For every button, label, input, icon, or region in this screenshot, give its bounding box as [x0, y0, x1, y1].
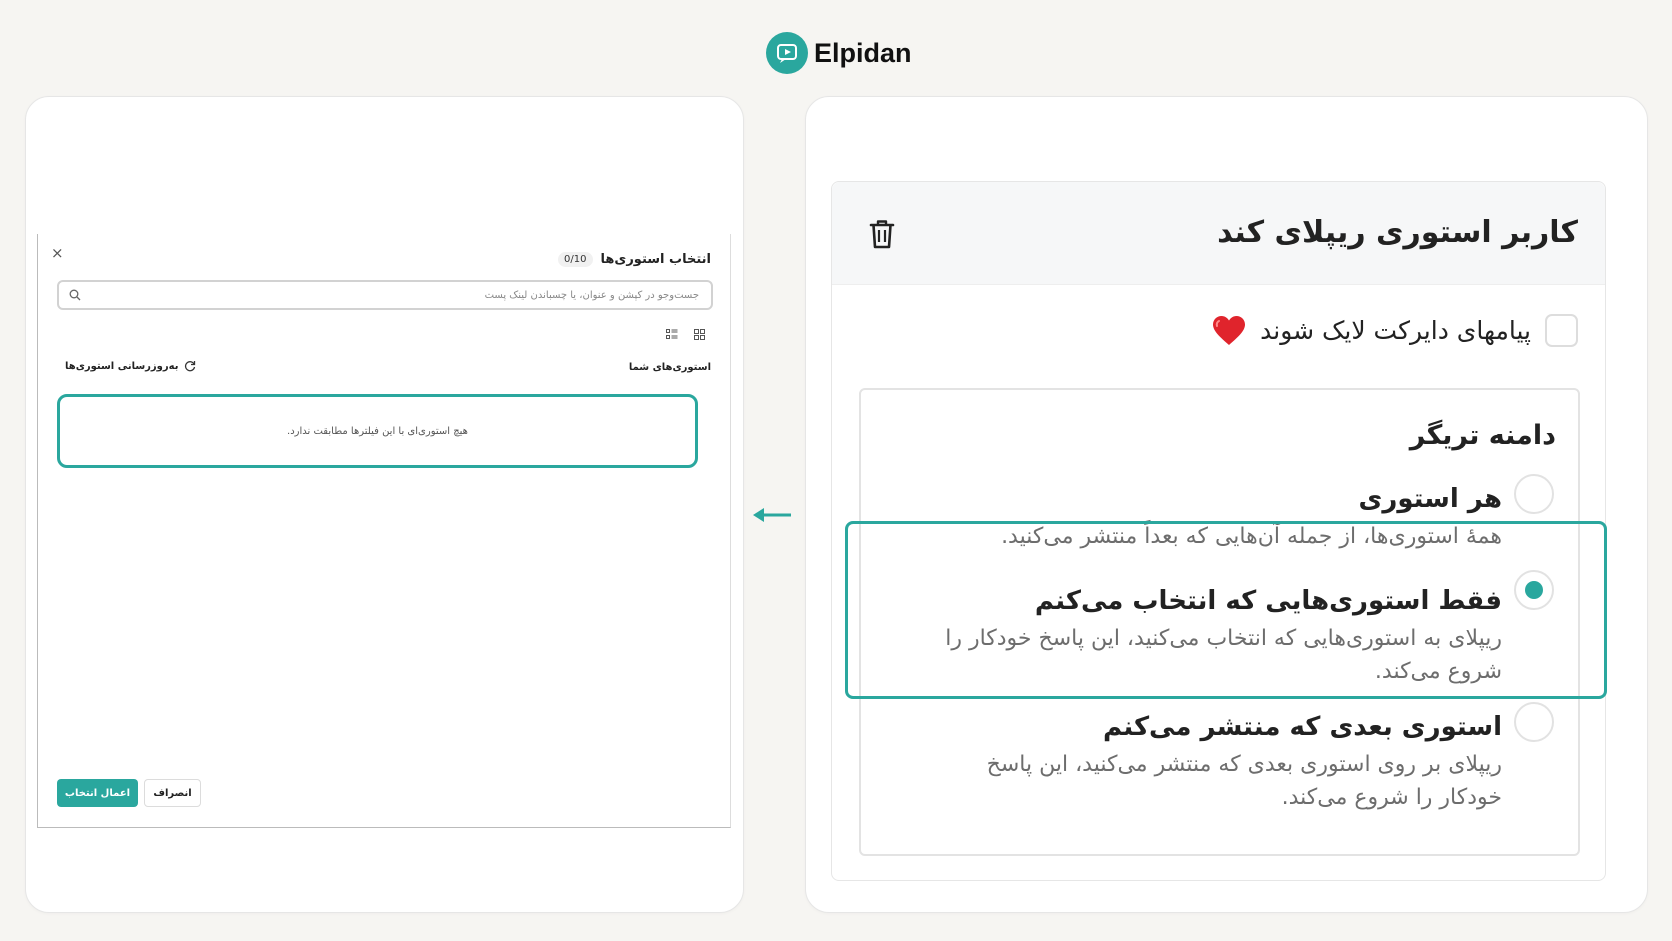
option-any-story-desc: همهٔ استوری‌ها، از جمله آن‌هایی که بعداً… [1001, 520, 1502, 553]
desc-line: ریپلای بر روی استوری بعدی که منتشر می‌کن… [986, 752, 1502, 777]
selection-count-badge: 0/10 [558, 252, 593, 267]
brand-header: Elpidan [766, 32, 912, 74]
radio-next-story[interactable] [1514, 702, 1554, 742]
dialog-header: انتخاب استوری‌ها 0/10 [558, 252, 711, 267]
option-next-story-title: استوری بعدی که منتشر می‌کنم [1102, 712, 1502, 742]
empty-message: هیچ استوری‌ای با این فیلترها مطابقت ندار… [287, 425, 468, 437]
story-reply-trigger-panel: کاربر استوری ریپلای کند پیامهای دایرکت ل… [831, 181, 1606, 881]
desc-line: ریپلای به استوری‌هایی که انتخاب می‌کنید،… [945, 626, 1502, 651]
stories-empty-state: هیچ استوری‌ای با این فیلترها مطابقت ندار… [57, 394, 698, 468]
desc-line: خودکار را شروع می‌کند. [1281, 785, 1502, 810]
dialog-title: انتخاب استوری‌ها [600, 252, 711, 267]
scope-title: دامنه تریگر [1409, 420, 1556, 451]
cancel-button[interactable]: انصراف [144, 779, 201, 807]
desc-line: شروع می‌کند. [1374, 659, 1502, 684]
like-dm-checkbox[interactable] [1545, 314, 1578, 347]
search-box[interactable] [57, 280, 713, 310]
play-bubble-icon [766, 32, 808, 74]
radio-dot [1525, 581, 1543, 599]
radio-selected-stories[interactable] [1514, 570, 1554, 610]
panel-header: کاربر استوری ریپلای کند [832, 182, 1605, 285]
trigger-scope-box: دامنه تریگر هر استوری همهٔ استوری‌ها، از… [859, 388, 1580, 856]
option-selected-stories-title: فقط استوری‌هایی که انتخاب می‌کنم [1034, 586, 1502, 616]
option-any-story-title: هر استوری [1358, 484, 1502, 514]
refresh-icon [185, 361, 196, 372]
like-dm-label: پیامهای دایرکت لایک شوند [1260, 316, 1531, 345]
arrow-left-icon [753, 508, 791, 522]
trigger-title: کاربر استوری ریپلای کند [1217, 215, 1578, 250]
story-picker-dialog: × انتخاب استوری‌ها 0/10 استوری‌های شما [37, 234, 731, 828]
grid-view-icon[interactable] [689, 324, 709, 344]
close-icon[interactable]: × [51, 244, 64, 262]
your-stories-label: استوری‌های شما [628, 362, 711, 373]
option-next-story-desc: ریپلای بر روی استوری بعدی که منتشر می‌کن… [987, 748, 1502, 814]
search-icon [69, 289, 81, 301]
brand-name: Elpidan [814, 37, 912, 68]
option-selected-stories-desc: ریپلای به استوری‌هایی که انتخاب می‌کنید،… [945, 622, 1502, 688]
radio-any-story[interactable] [1514, 474, 1554, 514]
like-dm-row: پیامهای دایرکت لایک شوند [1212, 314, 1578, 347]
desc-line: همهٔ استوری‌ها، از جمله آن‌هایی که بعداً… [1001, 524, 1502, 549]
trash-icon[interactable] [867, 218, 897, 250]
heart-icon [1213, 315, 1246, 345]
refresh-label: به‌روزرسانی استوری‌ها [65, 360, 179, 372]
list-view-icon[interactable] [662, 324, 682, 344]
refresh-stories-button[interactable]: به‌روزرسانی استوری‌ها [65, 360, 196, 372]
apply-selection-button[interactable]: اعمال انتخاب [57, 779, 138, 807]
search-input[interactable] [59, 282, 711, 308]
